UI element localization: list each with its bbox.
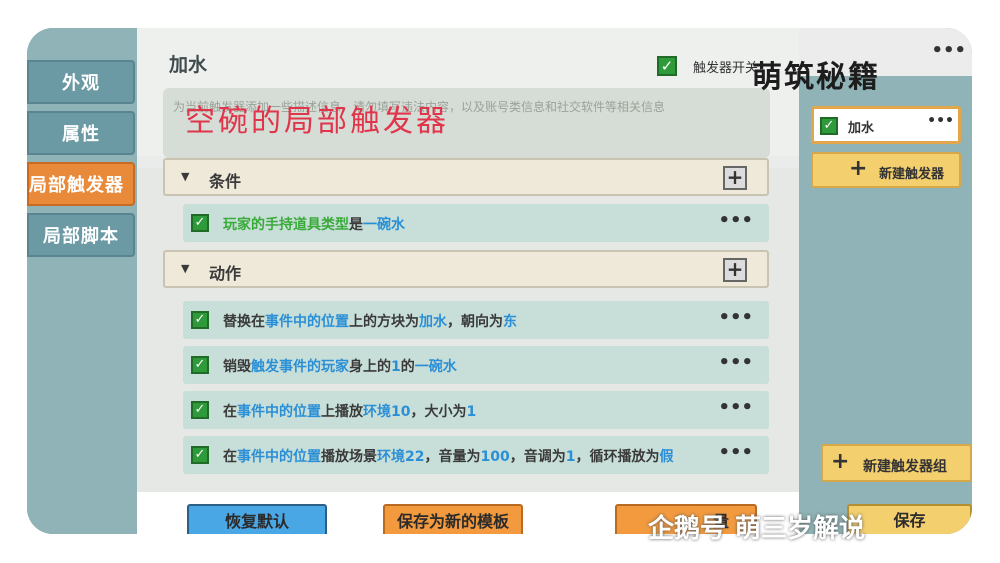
row-segment: 播放场景 [321, 449, 377, 465]
row-segment[interactable]: 1 [391, 359, 401, 375]
add-action-icon[interactable]: + [723, 258, 747, 282]
row-segment: 身上的 [349, 359, 391, 375]
trigger-switch-label: 触发器开关 [693, 61, 759, 76]
row-segment[interactable]: 100 [480, 449, 509, 465]
tab-local-scripts[interactable]: 局部脚本 [27, 213, 135, 257]
row-segment: 在 [223, 449, 237, 465]
row-segment: ，大小为 [410, 404, 467, 420]
row-segment[interactable]: 1 [566, 449, 576, 465]
row-segment: 上的方块为 [349, 314, 419, 330]
trigger-item[interactable]: ✓ 加水 ••• [811, 106, 961, 144]
more-options-icon[interactable]: ••• [718, 397, 753, 418]
add-condition-icon[interactable]: + [723, 166, 747, 190]
row-text: 玩家的手持道具类型是一碗水 [223, 214, 405, 234]
overlay-caption: 空碗的局部触发器 [185, 104, 449, 139]
trigger-item-label: 加水 [848, 121, 875, 136]
row-segment[interactable]: 事件中的位置 [237, 449, 321, 465]
save-as-template-button[interactable]: 保存为新的模板 [383, 504, 523, 534]
plus-icon: + [849, 156, 868, 181]
action-row[interactable]: ✓ 销毁触发事件的玩家身上的1的一碗水 ••• [183, 346, 769, 384]
action-row[interactable]: ✓ 替换在事件中的位置上的方块为加水，朝向为东 ••• [183, 301, 769, 339]
more-options-icon[interactable]: ••• [718, 210, 753, 231]
tab-attributes[interactable]: 属性 [27, 111, 135, 155]
more-options-icon[interactable]: ••• [718, 307, 753, 328]
new-trigger-group-label: 新建触发器组 [863, 459, 947, 475]
new-trigger-group-button[interactable]: + 新建触发器组 [821, 444, 972, 482]
row-segment[interactable]: 1 [466, 404, 476, 420]
check-icon[interactable]: ✓ [191, 214, 209, 232]
tab-local-triggers[interactable]: 局部触发器 [27, 162, 135, 206]
trigger-title[interactable]: 加水 [169, 50, 207, 77]
row-segment[interactable]: 环境22 [377, 449, 424, 465]
row-segment[interactable]: 环境10 [363, 404, 410, 420]
row-segment: 在 [223, 404, 237, 420]
check-icon: ✓ [660, 57, 674, 75]
row-text: 替换在事件中的位置上的方块为加水，朝向为东 [223, 311, 517, 331]
tab-label: 属性 [62, 124, 100, 145]
row-segment[interactable]: 假 [659, 449, 673, 465]
row-segment[interactable]: 触发事件的玩家 [251, 359, 349, 375]
row-segment[interactable]: 一碗水 [363, 217, 405, 233]
row-segment[interactable]: 东 [503, 314, 517, 330]
action-row[interactable]: ✓ 在事件中的位置上播放环境10，大小为1 ••• [183, 391, 769, 429]
trigger-list-panel: ••• ✓ 加水 ••• + 新建触发器 + 新建触发器组 保存 [799, 28, 972, 534]
more-options-icon[interactable]: ••• [931, 40, 966, 61]
collapse-triangle-icon[interactable]: ▼ [181, 170, 189, 183]
section-label: 动作 [209, 264, 242, 283]
collapse-triangle-icon[interactable]: ▼ [181, 262, 189, 275]
trigger-switch-checkbox[interactable]: ✓ [657, 56, 677, 76]
row-segment: ，音量为 [424, 449, 481, 465]
row-segment: ，音调为 [509, 449, 566, 465]
tab-appearance[interactable]: 外观 [27, 60, 135, 104]
row-text: 在事件中的位置播放场景环境22，音量为100，音调为1，循环播放为假 [223, 446, 673, 466]
row-segment: ，循环播放为 [575, 449, 660, 465]
reset-default-button[interactable]: 恢复默认 [187, 504, 327, 534]
row-segment: ，朝向为 [447, 314, 503, 330]
check-icon[interactable]: ✓ [191, 311, 209, 329]
row-segment[interactable]: 玩家的手持道具类型 [223, 217, 349, 233]
new-trigger-button[interactable]: + 新建触发器 [811, 152, 961, 188]
row-segment[interactable]: 事件中的位置 [237, 404, 321, 420]
tab-label: 外观 [62, 73, 100, 94]
check-icon[interactable]: ✓ [820, 117, 838, 135]
row-segment: 销毁 [223, 359, 251, 375]
action-row[interactable]: ✓ 在事件中的位置播放场景环境22，音量为100，音调为1，循环播放为假 ••• [183, 436, 769, 474]
row-segment: 上播放 [321, 404, 363, 420]
row-text: 在事件中的位置上播放环境10，大小为1 [223, 401, 476, 421]
section-label: 条件 [209, 172, 242, 191]
row-segment: 是 [349, 217, 363, 233]
editor-header: 加水 ✓ 触发器开关 为当前触发器添加一些描述信息，请勿填写违法内容，以及账号类… [137, 28, 799, 158]
check-icon[interactable]: ✓ [191, 356, 209, 374]
tab-label: 局部触发器 [29, 175, 124, 196]
trigger-editor: 加水 ✓ 触发器开关 为当前触发器添加一些描述信息，请勿填写违法内容，以及账号类… [137, 28, 799, 534]
condition-row[interactable]: ✓ 玩家的手持道具类型是一碗水 ••• [183, 204, 769, 242]
row-text: 销毁触发事件的玩家身上的1的一碗水 [223, 356, 457, 376]
check-icon[interactable]: ✓ [191, 446, 209, 464]
more-options-icon[interactable]: ••• [718, 442, 753, 463]
action-section-header[interactable]: ▼ 动作 + [163, 250, 769, 288]
row-segment: 的 [400, 359, 415, 375]
new-trigger-label: 新建触发器 [879, 167, 945, 182]
row-segment: 替换在 [223, 314, 265, 330]
tab-label: 局部脚本 [43, 226, 119, 247]
plus-icon: + [831, 449, 850, 474]
more-options-icon[interactable]: ••• [927, 113, 954, 129]
brand-watermark: 萌筑秘籍 [752, 60, 880, 95]
left-nav: 外观 属性 局部触发器 局部脚本 [27, 28, 137, 534]
condition-section-header[interactable]: ▼ 条件 + [163, 158, 769, 196]
footer-watermark: 企鹅号 萌三岁解说 [648, 514, 866, 544]
row-segment[interactable]: 事件中的位置 [265, 314, 349, 330]
row-segment[interactable]: 一碗水 [415, 359, 457, 375]
more-options-icon[interactable]: ••• [718, 352, 753, 373]
row-segment[interactable]: 加水 [419, 314, 447, 330]
check-icon[interactable]: ✓ [191, 401, 209, 419]
game-window: 外观 属性 局部触发器 局部脚本 加水 ✓ 触发器开关 为当前触发器添加一些描述… [27, 28, 972, 534]
save-button[interactable]: 保存 [847, 504, 972, 534]
trigger-body-list: ▼ 条件 + ✓ 玩家的手持道具类型是一碗水 ••• ▼ 动作 + ✓ 替换在事… [137, 158, 799, 492]
